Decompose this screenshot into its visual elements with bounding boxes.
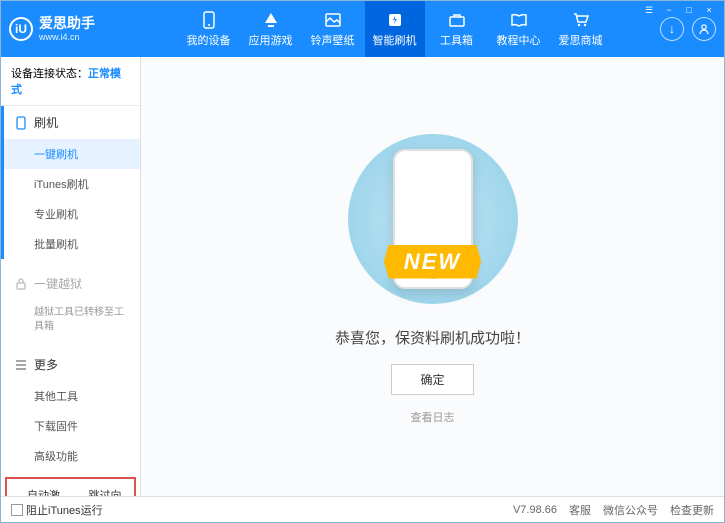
wallpaper-icon bbox=[324, 11, 342, 29]
main-content: NEW 恭喜您，保资料刷机成功啦！ 确定 查看日志 bbox=[141, 57, 724, 496]
apps-icon bbox=[262, 11, 280, 29]
close-icon[interactable]: × bbox=[702, 3, 716, 17]
nav-my-devices[interactable]: 我的设备 bbox=[179, 1, 239, 57]
success-illustration: NEW bbox=[343, 129, 523, 309]
book-icon bbox=[510, 11, 528, 29]
menu-jailbreak-header[interactable]: 一键越狱 bbox=[4, 267, 140, 300]
menu-one-click-flash[interactable]: 一键刷机 bbox=[4, 139, 140, 169]
brand-logo-icon: iU bbox=[9, 17, 33, 41]
app-header: ☰ − □ × iU 爱思助手 www.i4.cn 我的设备 应用游戏 铃声壁纸 bbox=[1, 1, 724, 57]
menu-flash-header[interactable]: 刷机 bbox=[4, 106, 140, 139]
toolbox-icon bbox=[448, 11, 466, 29]
lock-icon bbox=[14, 277, 28, 291]
wechat-link[interactable]: 微信公众号 bbox=[603, 502, 658, 518]
menu-icon[interactable]: ☰ bbox=[642, 3, 656, 17]
connection-status: 设备连接状态：正常模式 bbox=[1, 57, 140, 106]
checkbox-highlight-box: ✓ 自动激活 ✓ 跳过向导 bbox=[5, 477, 136, 496]
menu-flash-title: 刷机 bbox=[34, 114, 58, 131]
nav-apps[interactable]: 应用游戏 bbox=[241, 1, 301, 57]
menu-itunes-flash[interactable]: iTunes刷机 bbox=[4, 169, 140, 199]
update-link[interactable]: 检查更新 bbox=[670, 502, 714, 518]
version-label: V7.98.66 bbox=[513, 504, 557, 516]
nav-ringtones[interactable]: 铃声壁纸 bbox=[303, 1, 363, 57]
menu-other-tools[interactable]: 其他工具 bbox=[4, 381, 140, 411]
nav-flash[interactable]: 智能刷机 bbox=[365, 1, 425, 57]
main-nav: 我的设备 应用游戏 铃声壁纸 智能刷机 工具箱 教程中心 bbox=[129, 1, 660, 57]
menu-advanced[interactable]: 高级功能 bbox=[4, 441, 140, 471]
new-ribbon: NEW bbox=[384, 245, 481, 279]
minimize-icon[interactable]: − bbox=[662, 3, 676, 17]
phone-icon bbox=[200, 11, 218, 29]
menu-jailbreak-title: 一键越狱 bbox=[34, 275, 82, 292]
success-message: 恭喜您，保资料刷机成功啦！ bbox=[335, 327, 530, 348]
checkbox-auto-activate[interactable]: ✓ 自动激活 bbox=[13, 487, 67, 496]
view-log-link[interactable]: 查看日志 bbox=[411, 409, 455, 425]
confirm-button[interactable]: 确定 bbox=[391, 364, 473, 395]
nav-label: 应用游戏 bbox=[249, 32, 293, 48]
brand: iU 爱思助手 www.i4.cn bbox=[9, 15, 129, 43]
checkbox-empty-icon bbox=[11, 504, 23, 516]
brand-title: 爱思助手 bbox=[39, 15, 95, 32]
nav-store[interactable]: 爱思商城 bbox=[551, 1, 611, 57]
nav-label: 我的设备 bbox=[187, 32, 231, 48]
maximize-icon[interactable]: □ bbox=[682, 3, 696, 17]
nav-tutorials[interactable]: 教程中心 bbox=[489, 1, 549, 57]
nav-label: 智能刷机 bbox=[373, 32, 417, 48]
menu-more-header[interactable]: 更多 bbox=[4, 348, 140, 381]
nav-label: 铃声壁纸 bbox=[311, 32, 355, 48]
checkbox-block-itunes[interactable]: 阻止iTunes运行 bbox=[11, 502, 103, 518]
brand-url: www.i4.cn bbox=[39, 32, 95, 43]
menu-more-title: 更多 bbox=[34, 356, 58, 373]
user-icon[interactable] bbox=[692, 17, 716, 41]
menu-download-firmware[interactable]: 下载固件 bbox=[4, 411, 140, 441]
download-icon[interactable]: ↓ bbox=[660, 17, 684, 41]
list-icon bbox=[14, 358, 28, 372]
menu-batch-flash[interactable]: 批量刷机 bbox=[4, 229, 140, 259]
menu-pro-flash[interactable]: 专业刷机 bbox=[4, 199, 140, 229]
phone-small-icon bbox=[14, 116, 28, 130]
nav-label: 教程中心 bbox=[497, 32, 541, 48]
nav-toolbox[interactable]: 工具箱 bbox=[427, 1, 487, 57]
jailbreak-note: 越狱工具已转移至工具箱 bbox=[4, 300, 140, 340]
checkbox-skip-wizard[interactable]: ✓ 跳过向导 bbox=[75, 487, 129, 496]
nav-label: 爱思商城 bbox=[559, 32, 603, 48]
nav-label: 工具箱 bbox=[440, 32, 473, 48]
sidebar: 设备连接状态：正常模式 刷机 一键刷机 iTunes刷机 专业刷机 批量刷机 一… bbox=[1, 57, 141, 496]
flash-icon bbox=[386, 11, 404, 29]
support-link[interactable]: 客服 bbox=[569, 502, 591, 518]
cart-icon bbox=[572, 11, 590, 29]
status-footer: 阻止iTunes运行 V7.98.66 客服 微信公众号 检查更新 bbox=[1, 496, 724, 522]
